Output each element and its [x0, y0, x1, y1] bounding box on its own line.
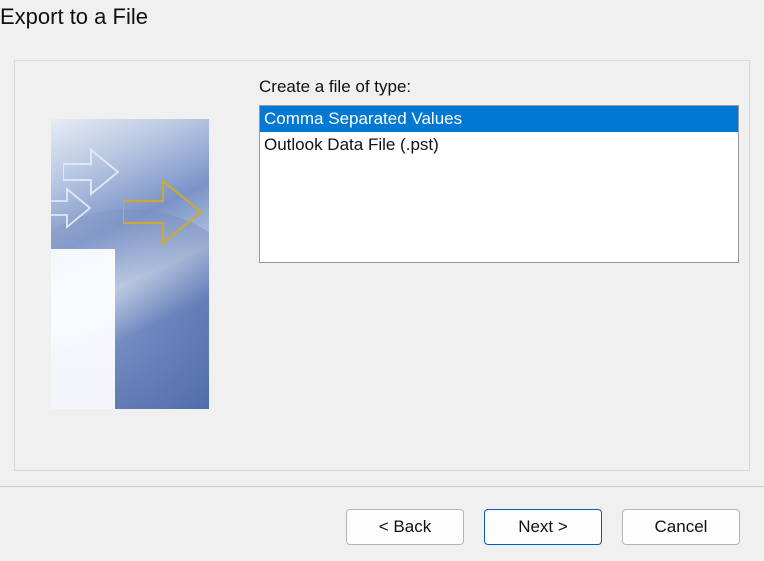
back-button[interactable]: < Back [346, 509, 464, 545]
button-separator [0, 486, 764, 487]
wizard-content: Create a file of type: Comma Separated V… [14, 60, 750, 471]
cancel-button[interactable]: Cancel [622, 509, 740, 545]
wizard-button-row: < Back Next > Cancel [346, 509, 740, 545]
arrow-right-smaller-icon [51, 187, 93, 229]
arrow-right-icon [123, 177, 205, 247]
wizard-image-panel [15, 61, 245, 470]
file-type-label: Create a file of type: [259, 77, 739, 97]
file-type-option-pst[interactable]: Outlook Data File (.pst) [260, 132, 738, 158]
file-type-panel: Create a file of type: Comma Separated V… [245, 61, 749, 470]
wizard-decorative-image [51, 119, 209, 409]
file-type-option-csv[interactable]: Comma Separated Values [260, 106, 738, 132]
file-type-listbox[interactable]: Comma Separated Values Outlook Data File… [259, 105, 739, 263]
next-button[interactable]: Next > [484, 509, 602, 545]
export-wizard-dialog: Export to a File [0, 0, 764, 561]
dialog-title: Export to a File [0, 0, 764, 30]
